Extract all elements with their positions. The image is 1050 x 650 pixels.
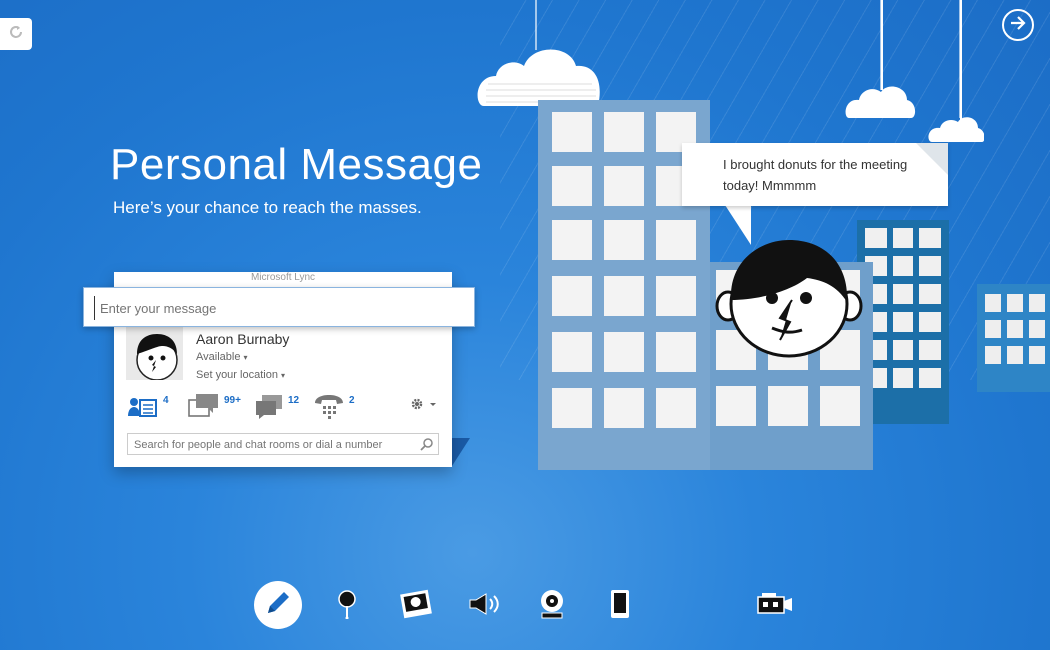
avatar[interactable] [126, 327, 183, 380]
building-far-right [977, 284, 1050, 392]
phone-tab[interactable] [313, 393, 345, 419]
speech-bubble-text: I brought donuts for the meeting today! … [723, 157, 908, 193]
message-box-tail [182, 326, 194, 338]
chat-rooms-icon [254, 395, 284, 423]
search-box[interactable] [127, 433, 439, 455]
photo-icon [399, 589, 433, 624]
contacts-count: 4 [163, 395, 169, 406]
cloud-right-2 [928, 0, 985, 144]
pencil-icon [263, 588, 293, 623]
conversations-icon [188, 394, 220, 422]
speech-bubble-tail [725, 205, 751, 245]
string-line [960, 0, 962, 120]
refresh-button[interactable] [0, 18, 32, 50]
window-title: Microsoft Lync [250, 272, 316, 283]
search-icon[interactable] [420, 437, 434, 456]
location-dropdown[interactable]: Set your location ▾ [196, 369, 285, 381]
phone-icon [313, 395, 345, 423]
tool-personal-message[interactable] [254, 581, 302, 629]
conversations-count: 99+ [224, 395, 241, 406]
chat-rooms-count: 12 [288, 395, 300, 406]
conversations-tab[interactable] [188, 392, 220, 418]
status-dropdown[interactable]: Available ▾ [196, 351, 248, 363]
tool-audio[interactable] [463, 584, 507, 628]
personal-message-box[interactable] [83, 287, 475, 327]
chevron-down-icon: ▾ [243, 353, 248, 362]
video-camera-icon [754, 591, 794, 622]
location-label: Set your location [196, 369, 278, 381]
page-subtitle: Here’s your chance to reach the masses. [113, 198, 422, 217]
location-pin-icon [335, 589, 359, 624]
personal-message-input[interactable] [94, 296, 472, 320]
window-titlebar: Microsoft Lync [114, 272, 452, 288]
user-name: Aaron Burnaby [196, 331, 290, 347]
search-input[interactable] [132, 436, 416, 454]
cloud-left [476, 0, 606, 110]
chevron-down-icon: ▾ [281, 371, 286, 380]
options-button[interactable] [408, 394, 438, 414]
tool-video[interactable] [752, 584, 796, 628]
contacts-icon [127, 398, 159, 422]
gear-icon [408, 398, 438, 418]
status-label: Available [196, 351, 241, 363]
refresh-icon [6, 22, 26, 47]
window-shadow [452, 438, 470, 466]
tool-location[interactable] [325, 584, 369, 628]
string-line [881, 0, 883, 90]
chat-rooms-tab[interactable] [254, 393, 284, 419]
speech-bubble: I brought donuts for the meeting today! … [682, 143, 948, 206]
page-title: Personal Message [110, 140, 483, 189]
calls-count: 2 [349, 395, 355, 406]
arrow-right-icon [1009, 14, 1027, 37]
tool-webcam[interactable] [530, 584, 574, 628]
tool-mobile[interactable] [598, 584, 642, 628]
next-button[interactable] [1002, 9, 1034, 41]
tool-photo[interactable] [394, 584, 438, 628]
mobile-phone-icon [609, 589, 631, 624]
speaker-icon [468, 592, 502, 621]
webcam-icon [538, 589, 566, 624]
character-illustration [714, 238, 864, 358]
contacts-tab[interactable] [127, 394, 159, 418]
